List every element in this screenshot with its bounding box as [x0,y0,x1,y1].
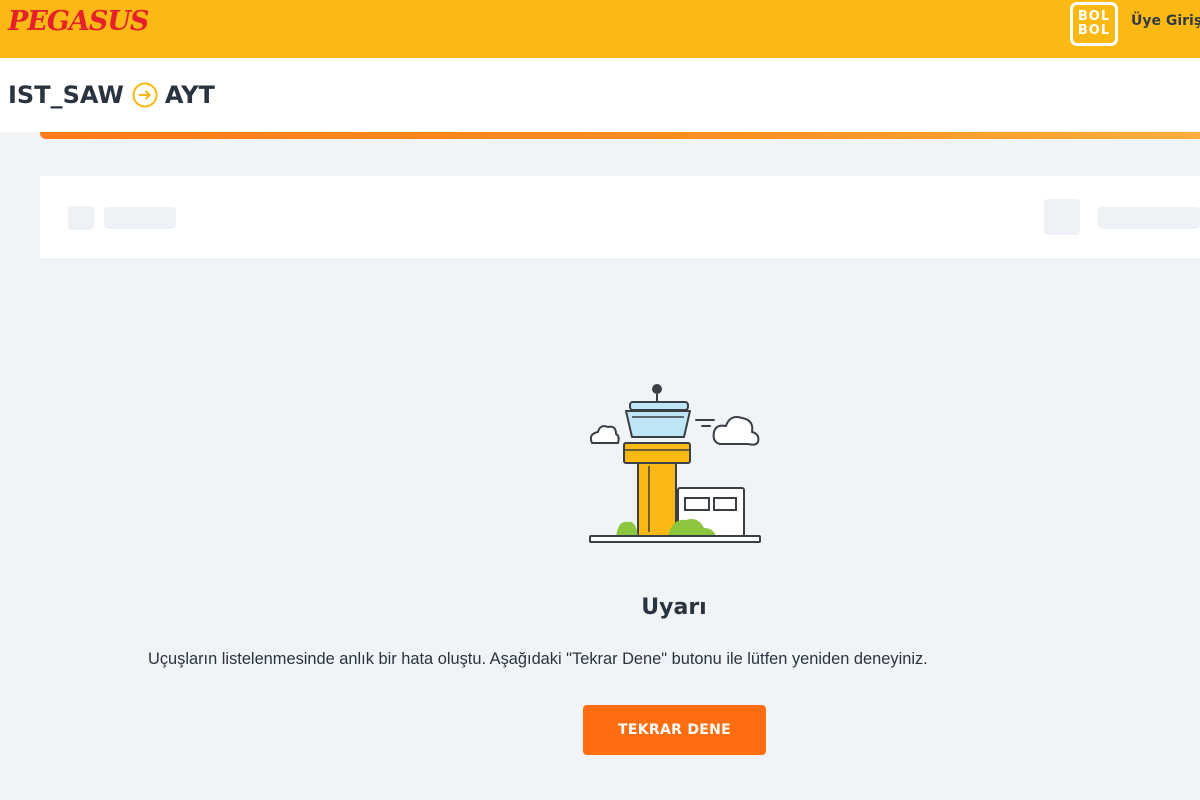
skeleton-icon-placeholder [68,206,94,230]
route-summary: IST_SAW AYT [8,80,215,110]
top-header: PEGASUS BOL BOL Üye Giriş [0,0,1200,58]
bolbol-logo-line1: BOL [1077,9,1111,24]
route-bar: IST_SAW AYT [0,58,1200,132]
route-destination: AYT [164,81,215,109]
route-bar-accent-strip [40,132,1200,139]
route-origin: IST_SAW [8,81,124,109]
member-login-link[interactable]: Üye Giriş [1131,13,1200,29]
bolbol-logo-icon[interactable]: BOL BOL [1070,2,1118,46]
skeleton-label-placeholder [1098,207,1200,229]
retry-button[interactable]: TEKRAR DENE [583,705,766,755]
skeleton-icon-placeholder [1044,199,1080,235]
error-title: Uyarı [641,595,707,620]
bolbol-logo-line2: BOL [1077,23,1111,38]
error-message: Uçuşların listelenmesinde anlık bir hata… [148,650,928,668]
pegasus-logo[interactable]: PEGASUS [8,7,149,37]
skeleton-label-placeholder [104,207,176,229]
flight-filter-skeleton [40,176,1200,258]
arrow-right-circle-icon [132,82,158,108]
control-tower-icon [586,380,764,548]
